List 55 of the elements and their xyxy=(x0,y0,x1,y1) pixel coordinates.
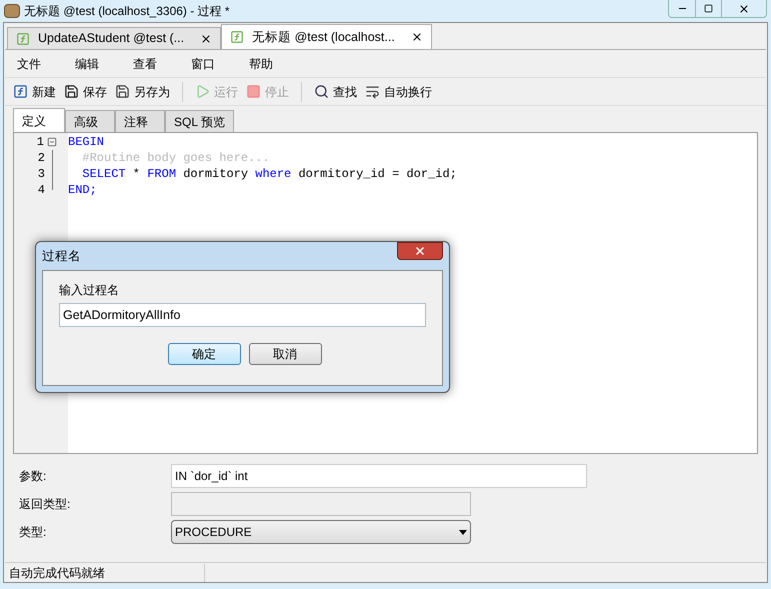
maximize-icon xyxy=(704,4,713,13)
stop-icon xyxy=(246,84,261,99)
menu-item[interactable]: 查看 xyxy=(129,54,161,72)
document-tab[interactable]: 无标题 @test (localhost... xyxy=(221,24,432,49)
line-number: 2 xyxy=(38,150,45,167)
caret-icon xyxy=(459,530,467,534)
document-tab[interactable]: UpdateAStudent @test (... xyxy=(7,27,222,49)
code-line: BEGIN xyxy=(68,134,106,150)
dialog-title: 过程名 xyxy=(42,248,81,265)
line-number: 1 xyxy=(36,134,44,151)
function-icon xyxy=(230,30,244,44)
field-label: 输入过程名 xyxy=(59,282,120,299)
close-icon[interactable] xyxy=(200,32,212,44)
field-label: 参数: xyxy=(19,468,48,485)
code-line: SELECT * FROM dormitory where dormitory_id = dor_id; xyxy=(81,166,457,182)
save-icon xyxy=(115,84,130,99)
input-field[interactable]: GetADormitoryAllInfo xyxy=(59,303,426,327)
menu-item[interactable]: 编辑 xyxy=(71,54,103,72)
app-icon xyxy=(4,4,20,18)
function-icon xyxy=(13,84,28,99)
dropdown[interactable]: PROCEDURE xyxy=(171,520,471,544)
dialog-button[interactable]: 确定 xyxy=(168,343,240,365)
line-number: 4 xyxy=(38,182,45,199)
menu-item[interactable]: 窗口 xyxy=(187,54,219,72)
collapse-icon[interactable] xyxy=(47,137,57,147)
search-icon xyxy=(314,84,329,99)
window-title: 无标题 @test (localhost_3306) - 过程 * xyxy=(24,3,230,20)
wrap-icon xyxy=(365,84,380,99)
code-line: END; xyxy=(68,182,98,198)
toolbar-button[interactable]: 新建 xyxy=(13,82,56,100)
line-number: 3 xyxy=(38,166,45,183)
tab[interactable]: 注释 xyxy=(115,110,165,132)
input-field[interactable] xyxy=(171,492,471,516)
code-line: #Routine body goes here... xyxy=(81,150,271,166)
tab[interactable]: 定义 xyxy=(13,108,65,132)
input-field[interactable]: IN `dor_id` int xyxy=(171,464,587,488)
tab[interactable]: 高级 xyxy=(65,110,115,132)
toolbar-button[interactable]: 查找 xyxy=(314,82,357,100)
save-icon xyxy=(64,84,79,99)
menu-item[interactable]: 帮助 xyxy=(245,54,277,72)
close-icon xyxy=(738,2,750,14)
menu-item[interactable]: 文件 xyxy=(13,54,45,72)
field-label: 返回类型: xyxy=(19,496,72,513)
field-label: 类型: xyxy=(19,524,48,541)
function-icon xyxy=(16,32,30,46)
tab[interactable]: SQL 预览 xyxy=(165,110,234,132)
close-icon xyxy=(414,245,426,257)
toolbar-button[interactable]: 保存 xyxy=(64,82,107,100)
dialog-button[interactable]: 取消 xyxy=(248,343,322,365)
close-button[interactable] xyxy=(397,242,443,260)
play-icon xyxy=(195,84,210,99)
status-text: 自动完成代码就绪 xyxy=(5,564,205,582)
close-icon[interactable] xyxy=(410,31,423,43)
toolbar-button[interactable]: 另存为 xyxy=(115,82,170,100)
toolbar-button[interactable]: 自动换行 xyxy=(365,82,432,100)
